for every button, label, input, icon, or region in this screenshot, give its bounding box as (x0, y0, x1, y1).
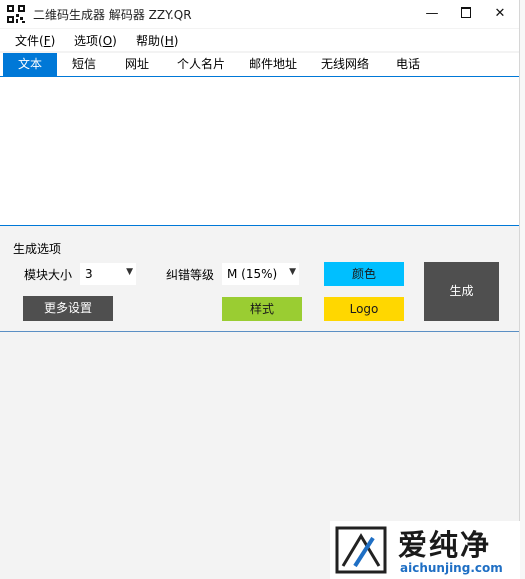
title-bar: 二维码生成器 解码器 ZZY.QR — ✕ (0, 0, 519, 28)
window-edge (520, 0, 525, 579)
maximize-icon (461, 7, 471, 18)
app-window: 二维码生成器 解码器 ZZY.QR — ✕ 文件(F) 选项(O) 帮助(H) … (0, 0, 520, 579)
menu-bar: 文件(F) 选项(O) 帮助(H) (0, 29, 519, 51)
menu-help-suffix: ) (173, 34, 179, 48)
generation-options-panel: 生成选项 模块大小 3 ▼ 纠错等级 M (15%) ▼ 颜色 生成 更多设置 … (0, 226, 519, 330)
menu-file-accesskey: F (43, 34, 51, 48)
watermark: 爱纯净 aichunjing.com (330, 521, 520, 579)
menu-options-accesskey: O (102, 34, 113, 48)
logo-button[interactable]: Logo (324, 297, 404, 321)
menu-help-accesskey: H (164, 34, 174, 48)
watermark-brand: 爱纯净 (398, 528, 492, 562)
close-button[interactable]: ✕ (483, 0, 517, 28)
minimize-button[interactable]: — (415, 0, 449, 28)
window-title: 二维码生成器 解码器 ZZY.QR (33, 8, 192, 22)
tab-bar: 文本 短信 网址 个人名片 邮件地址 无线网络 电话 (0, 53, 519, 77)
style-button[interactable]: 样式 (222, 297, 302, 321)
menu-file[interactable]: 文件(F) (15, 32, 55, 49)
error-correction-select[interactable]: M (15%) ▼ (222, 263, 299, 285)
text-content-input[interactable] (0, 77, 519, 225)
close-icon: ✕ (494, 6, 506, 21)
error-correction-label: 纠错等级 (166, 268, 215, 282)
tab-url[interactable]: 网址 (114, 53, 160, 76)
chevron-down-icon: ▼ (126, 267, 133, 277)
module-size-label: 模块大小 (24, 268, 73, 282)
module-size-select[interactable]: 3 ▼ (80, 263, 136, 285)
color-button[interactable]: 颜色 (324, 262, 404, 286)
menu-options-label: 选项( (74, 34, 103, 48)
tab-business-card[interactable]: 个人名片 (168, 53, 234, 76)
watermark-url: aichunjing.com (400, 561, 503, 575)
module-size-value: 3 (85, 267, 93, 281)
menu-file-label: 文件( (15, 34, 44, 48)
menu-help-label: 帮助( (136, 34, 165, 48)
menu-file-suffix: ) (50, 34, 56, 48)
more-settings-button[interactable]: 更多设置 (23, 296, 113, 321)
section-title: 生成选项 (13, 242, 62, 256)
menu-options-suffix: ) (112, 34, 117, 48)
tab-phone[interactable]: 电话 (386, 53, 430, 76)
tab-wireless-network[interactable]: 无线网络 (312, 53, 378, 76)
watermark-logo-icon (335, 526, 387, 574)
menu-options[interactable]: 选项(O) (74, 32, 117, 49)
chevron-down-icon: ▼ (289, 267, 296, 277)
minimize-icon: — (425, 6, 439, 21)
error-correction-value: M (15%) (227, 267, 278, 281)
maximize-button[interactable] (449, 0, 483, 28)
menu-help[interactable]: 帮助(H) (136, 32, 178, 49)
tab-text[interactable]: 文本 (3, 53, 57, 76)
tab-sms[interactable]: 短信 (61, 53, 107, 76)
generate-button[interactable]: 生成 (424, 262, 499, 321)
qr-code-app-icon (7, 5, 25, 23)
tab-email-address[interactable]: 邮件地址 (240, 53, 306, 76)
